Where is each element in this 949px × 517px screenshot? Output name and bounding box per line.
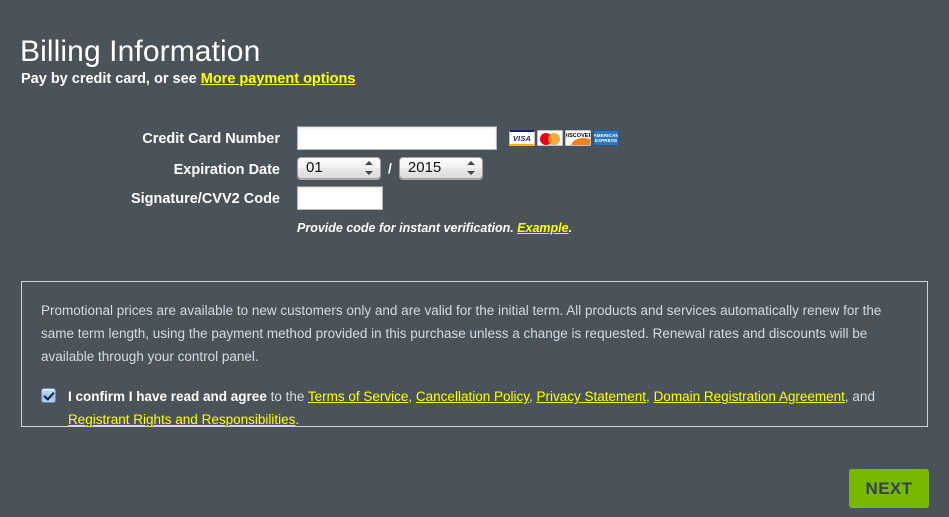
terms-of-service-link[interactable]: Terms of Service — [308, 389, 409, 404]
domain-registration-agreement-link[interactable]: Domain Registration Agreement — [654, 389, 845, 404]
expiration-date-row: Expiration Date 01 / 2015 — [0, 157, 949, 179]
credit-card-number-row: Credit Card Number VISA DISCOVER AMERICA… — [0, 126, 949, 150]
cvv-example-link[interactable]: Example — [517, 221, 568, 235]
visa-card-logo-text: VISA — [512, 133, 532, 143]
agreement-period: . — [295, 412, 300, 427]
cancellation-policy-link[interactable]: Cancellation Policy — [416, 389, 529, 404]
agreement-row: I confirm I have read and agree to the T… — [41, 385, 908, 431]
subtitle-text: Pay by credit card, or see — [21, 71, 201, 87]
visa-card-logo: VISA — [509, 130, 535, 146]
agreement-confirm-text: I confirm I have read and agree — [68, 389, 267, 404]
amex-card-logo: AMERICAN EXPRESS — [593, 130, 619, 146]
accepted-cards-logos: VISA DISCOVER AMERICAN EXPRESS — [509, 130, 619, 146]
expiration-month-stepper-icon — [365, 160, 374, 176]
cvv-hint-text: Provide code for instant verification. — [297, 221, 518, 235]
mastercard-card-logo — [537, 130, 563, 146]
promotional-terms-box: Promotional prices are available to new … — [21, 281, 928, 427]
agreement-and: , and — [844, 389, 875, 404]
agreement-comma-2: , — [528, 389, 537, 404]
page-title: Billing Information — [20, 35, 261, 69]
expiration-month-select[interactable]: 01 — [297, 157, 381, 179]
discover-card-logo: DISCOVER — [565, 130, 591, 146]
agreement-comma-1: , — [408, 389, 416, 404]
cvv-control — [284, 186, 383, 210]
expiration-date-label: Expiration Date — [173, 162, 280, 178]
billing-form: Credit Card Number VISA DISCOVER AMERICA… — [0, 126, 949, 237]
expiration-year-stepper-icon — [466, 160, 476, 176]
promotional-terms-text: Promotional prices are available to new … — [41, 303, 882, 364]
agreement-comma-3: , — [646, 389, 654, 404]
cvv-hint-period: . — [568, 221, 573, 235]
amex-card-logo-line2: EXPRESS — [594, 138, 618, 143]
cvv-hint-row: Provide code for instant verification. E… — [0, 219, 949, 237]
discover-arc — [571, 138, 590, 145]
expiration-date-control: 01 / 2015 — [284, 157, 483, 179]
agreement-checkbox[interactable] — [41, 388, 56, 403]
discover-card-logo-text: DISCOVER — [566, 133, 591, 139]
expiration-date-separator: / — [388, 160, 392, 176]
agreement-text: I confirm I have read and agree to the T… — [68, 385, 908, 431]
privacy-statement-link[interactable]: Privacy Statement — [537, 389, 647, 404]
cvv-input[interactable] — [297, 186, 383, 210]
more-payment-options-link[interactable]: More payment options — [201, 71, 356, 87]
cvv-label: Signature/CVV2 Code — [130, 191, 280, 207]
credit-card-number-control: VISA DISCOVER AMERICAN EXPRESS — [284, 126, 619, 150]
cvv-hint: Provide code for instant verification. E… — [297, 221, 572, 235]
expiration-year-select[interactable]: 2015 — [398, 157, 483, 179]
credit-card-number-label: Credit Card Number — [142, 131, 280, 147]
credit-card-number-input[interactable] — [297, 126, 497, 150]
mastercard-yellow-circle — [548, 133, 560, 145]
cvv-row: Signature/CVV2 Code — [0, 186, 949, 210]
payment-subtitle: Pay by credit card, or see More payment … — [21, 70, 355, 89]
registrant-rights-link[interactable]: Registrant Rights and Responsibilities — [68, 412, 295, 427]
next-button[interactable]: NEXT — [849, 469, 929, 508]
agreement-to-the: to the — [266, 389, 308, 404]
